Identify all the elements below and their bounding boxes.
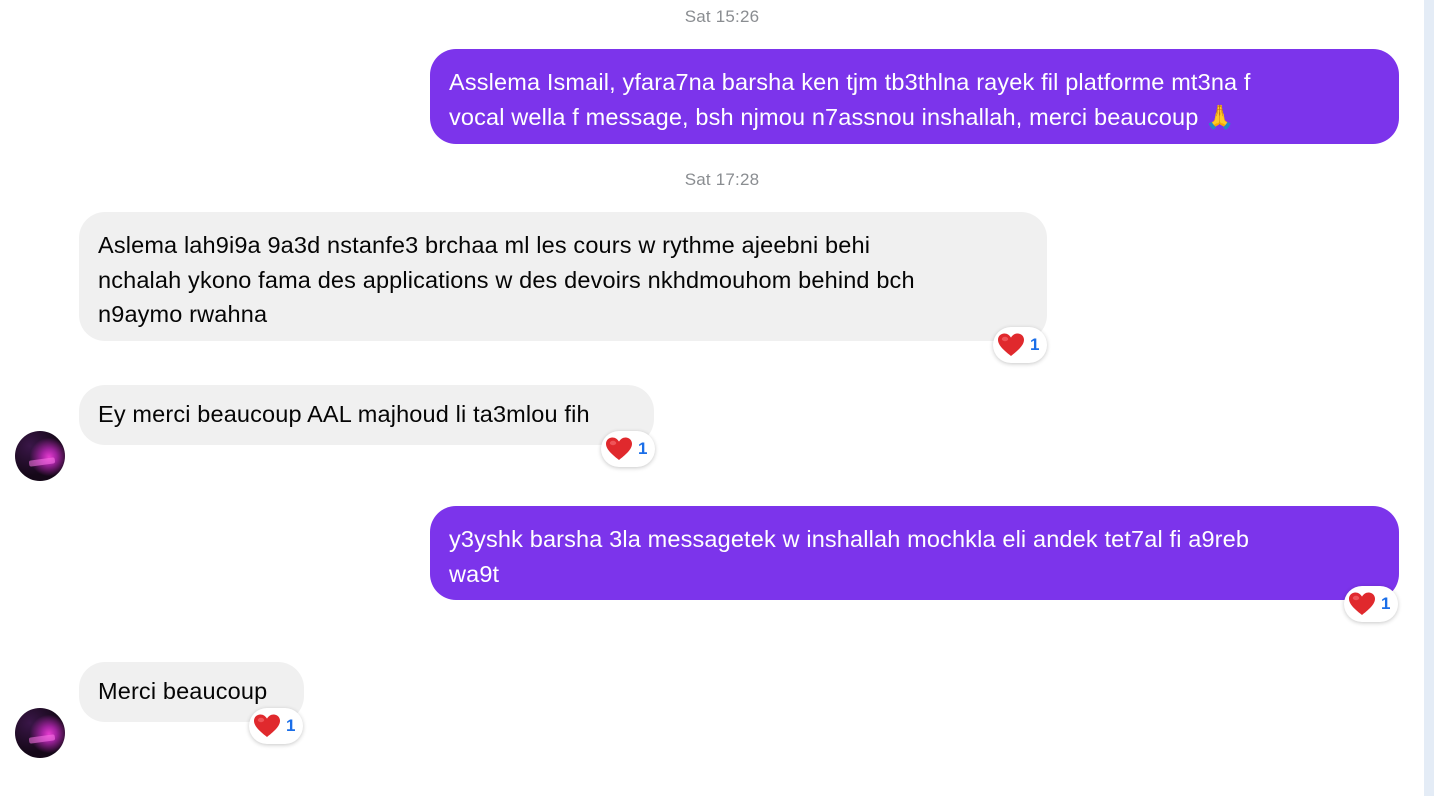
message-line: Merci beaucoup — [98, 678, 268, 704]
reaction-count: 1 — [1381, 594, 1391, 613]
heart-icon — [254, 714, 280, 737]
reaction-badge[interactable]: 1 — [249, 708, 304, 744]
message-line: Ey merci beaucoup AAL majhoud li ta3mlou… — [98, 401, 590, 427]
message-line: Aslema lah9i9a 9a3d nstanfe3 brchaa ml l… — [98, 232, 871, 258]
timestamp: Sat 15:26 — [684, 7, 760, 26]
message-line: nchalah ykono fama des applications w de… — [98, 266, 915, 293]
message-line: wa9t — [449, 560, 500, 587]
reaction-count: 1 — [286, 716, 296, 735]
contact-avatar[interactable] — [15, 431, 65, 481]
message-line: Asslema Ismail, yfara7na barsha ken tjm … — [449, 69, 1251, 95]
reaction-count: 1 — [1030, 335, 1040, 354]
contact-avatar[interactable] — [15, 708, 65, 758]
reaction-count: 1 — [638, 439, 648, 458]
incoming-message-bubble[interactable]: Ey merci beaucoup AAL majhoud li ta3mlou… — [79, 385, 654, 445]
message-line: y3yshk barsha 3la messagetek w inshallah… — [449, 526, 1250, 552]
outgoing-message-bubble[interactable]: y3yshk barsha 3la messagetek w inshallah… — [430, 506, 1399, 600]
heart-icon — [606, 437, 632, 460]
message-thread: Sat 15:26 Asslema Ismail, yfara7na barsh… — [0, 0, 1424, 796]
timestamp: Sat 17:28 — [684, 170, 760, 189]
reaction-badge[interactable]: 1 — [993, 327, 1048, 363]
incoming-message-bubble[interactable]: Aslema lah9i9a 9a3d nstanfe3 brchaa ml l… — [79, 212, 1047, 341]
message-line: n9aymo rwahna — [98, 301, 268, 327]
outgoing-message-bubble[interactable]: Asslema Ismail, yfara7na barsha ken tjm … — [430, 49, 1399, 144]
message-line: vocal wella f message, bsh njmou n7assno… — [449, 103, 1235, 130]
reaction-badge[interactable]: 1 — [1344, 586, 1399, 622]
heart-icon — [1349, 592, 1375, 615]
heart-icon — [998, 333, 1024, 356]
scrollbar-track[interactable] — [1424, 0, 1434, 796]
reaction-badge[interactable]: 1 — [601, 431, 656, 467]
